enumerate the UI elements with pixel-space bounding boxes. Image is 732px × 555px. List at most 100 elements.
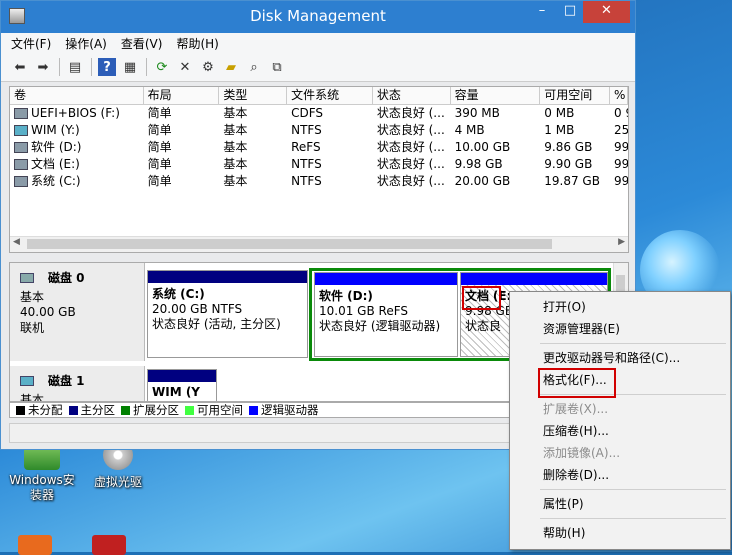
horizontal-scrollbar[interactable]: ◀ ▶ bbox=[10, 236, 628, 252]
column-header[interactable]: 文件系统 bbox=[287, 87, 373, 104]
app-icon[interactable] bbox=[92, 535, 126, 555]
partition-c[interactable]: 系统 (C:) 20.00 GB NTFS 状态良好 (活动, 主分区) bbox=[147, 270, 308, 358]
menu-item-shrink-volume[interactable]: 压缩卷(H)... bbox=[510, 420, 730, 442]
cell-type: 基本 bbox=[223, 123, 248, 137]
cell-free: 1 MB bbox=[544, 123, 575, 137]
cell-filesystem: NTFS bbox=[291, 157, 322, 171]
cell-free: 9.86 GB bbox=[544, 140, 593, 154]
table-row[interactable]: 文档 (E:) 简单 基本 NTFS 状态良好 (... 9.98 GB 9.9… bbox=[10, 156, 628, 173]
column-header[interactable]: % bbox=[610, 87, 628, 104]
cell-type: 基本 bbox=[223, 106, 248, 120]
cell-status: 状态良好 (... bbox=[376, 123, 445, 137]
cell-layout: 简单 bbox=[147, 106, 172, 120]
drive-icon bbox=[14, 159, 28, 170]
menu-action[interactable]: 操作(A) bbox=[65, 35, 107, 52]
maximize-button[interactable]: □ bbox=[556, 1, 584, 23]
disk-name: 磁盘 0 bbox=[48, 271, 85, 285]
legend-item: 逻辑驱动器 bbox=[249, 402, 319, 418]
column-header[interactable]: 容量 bbox=[451, 87, 541, 104]
partition-status: 状态良好 (逻辑驱动器) bbox=[319, 319, 441, 333]
partition-status: 状态良好 (活动, 主分区) bbox=[152, 317, 281, 331]
search-icon[interactable]: ⌕ bbox=[245, 58, 263, 76]
column-header[interactable]: 布局 bbox=[144, 87, 220, 104]
desktop-icon-label: Windows安装器 bbox=[9, 473, 75, 502]
help-icon[interactable]: ? bbox=[98, 58, 116, 76]
cell-capacity: 9.98 GB bbox=[454, 157, 503, 171]
menu-item-explorer[interactable]: 资源管理器(E) bbox=[510, 318, 730, 340]
menu-item-add-mirror: 添加镜像(A)... bbox=[543, 446, 621, 460]
menu-item-change-drive-letter[interactable]: 更改驱动器号和路径(C)... bbox=[510, 347, 730, 369]
table-row[interactable]: 系统 (C:) 简单 基本 NTFS 状态良好 (... 20.00 GB 19… bbox=[10, 173, 628, 190]
menu-item-open[interactable]: 打开(O) bbox=[510, 296, 730, 318]
back-icon[interactable]: ⬅ bbox=[11, 58, 29, 76]
logical-drive-bar bbox=[461, 273, 607, 285]
primary-partition-bar bbox=[148, 370, 216, 382]
cell-layout: 简单 bbox=[147, 174, 172, 188]
scroll-left-icon[interactable]: ◀ bbox=[13, 237, 20, 247]
delete-icon[interactable]: ✕ bbox=[176, 58, 194, 76]
menu-bar: 文件(F) 操作(A) 查看(V) 帮助(H) bbox=[1, 33, 635, 53]
export-icon[interactable]: ⧉ bbox=[268, 58, 286, 76]
cell-free: 0 MB bbox=[544, 106, 575, 120]
disk-1-label[interactable]: 磁盘 1 基本 bbox=[10, 366, 145, 401]
column-header[interactable]: 类型 bbox=[219, 87, 288, 104]
settings-icon[interactable]: ⚙ bbox=[199, 58, 217, 76]
properties-icon[interactable]: ▦ bbox=[121, 58, 139, 76]
legend-label: 可用空间 bbox=[197, 403, 243, 417]
table-row[interactable]: 软件 (D:) 简单 基本 ReFS 状态良好 (... 10.00 GB 9.… bbox=[10, 139, 628, 156]
cell-free: 19.87 GB bbox=[544, 174, 600, 188]
column-header[interactable]: 可用空间 bbox=[540, 87, 611, 104]
console-icon[interactable]: ▤ bbox=[66, 58, 84, 76]
cell-free: 9.90 GB bbox=[544, 157, 593, 171]
toolbar-separator bbox=[59, 58, 60, 76]
disk-size: 40.00 GB bbox=[20, 305, 76, 319]
disk-0-label[interactable]: 磁盘 0 基本 40.00 GB 联机 bbox=[10, 263, 145, 361]
cell-filesystem: NTFS bbox=[291, 123, 322, 137]
disk-icon bbox=[20, 272, 34, 283]
legend-label: 未分配 bbox=[28, 403, 63, 417]
cell-status: 状态良好 (... bbox=[376, 174, 445, 188]
partition-y[interactable]: WIM (Y bbox=[147, 369, 217, 401]
legend-swatch bbox=[121, 405, 130, 415]
forward-icon[interactable]: ➡ bbox=[34, 58, 52, 76]
partition-name: 软件 (D:) bbox=[319, 289, 373, 303]
cell-layout: 简单 bbox=[147, 157, 172, 171]
toolbar: ⬅ ➡ ▤ ? ▦ ⟳ ✕ ⚙ ▰ ⌕ ⧉ bbox=[1, 53, 635, 82]
optical-drive-icon bbox=[14, 108, 28, 119]
menu-view[interactable]: 查看(V) bbox=[121, 35, 163, 52]
cell-status: 状态良好 (... bbox=[376, 157, 445, 171]
cell-percent: 99 bbox=[614, 174, 628, 188]
legend-swatch bbox=[16, 405, 25, 415]
primary-partition-bar bbox=[148, 271, 307, 283]
menu-item-properties[interactable]: 属性(P) bbox=[510, 493, 730, 515]
app-icon[interactable] bbox=[18, 535, 52, 555]
column-header[interactable]: 状态 bbox=[373, 87, 451, 104]
scrollbar-thumb[interactable] bbox=[27, 239, 552, 249]
legend-label: 主分区 bbox=[80, 403, 116, 417]
table-row[interactable]: UEFI+BIOS (F:) 简单 基本 CDFS 状态良好 (... 390 … bbox=[10, 105, 628, 122]
volume-list-header: 卷 布局 类型 文件系统 状态 容量 可用空间 % bbox=[10, 87, 628, 105]
context-menu: 打开(O) 资源管理器(E) 更改驱动器号和路径(C)... 格式化(F)...… bbox=[509, 291, 731, 550]
drive-icon bbox=[14, 142, 28, 153]
table-row[interactable]: WIM (Y:) 简单 基本 NTFS 状态良好 (... 4 MB 1 MB … bbox=[10, 122, 628, 139]
legend-item: 主分区 bbox=[68, 402, 116, 418]
scroll-right-icon[interactable]: ▶ bbox=[618, 237, 625, 247]
volume-name: UEFI+BIOS (F:) bbox=[31, 106, 120, 120]
partition-name: WIM (Y bbox=[152, 385, 200, 399]
refresh-icon[interactable]: ⟳ bbox=[153, 58, 171, 76]
minimize-button[interactable]: – bbox=[528, 1, 556, 23]
menu-help[interactable]: 帮助(H) bbox=[176, 35, 218, 52]
partition-d[interactable]: 软件 (D:) 10.01 GB ReFS 状态良好 (逻辑驱动器) bbox=[314, 272, 458, 357]
open-folder-icon[interactable]: ▰ bbox=[222, 58, 240, 76]
partition-name: 系统 (C:) bbox=[152, 287, 205, 301]
menu-item-help[interactable]: 帮助(H) bbox=[510, 522, 730, 544]
volume-list: 卷 布局 类型 文件系统 状态 容量 可用空间 % UEFI+BIOS (F:)… bbox=[9, 86, 629, 253]
column-header[interactable]: 卷 bbox=[10, 87, 144, 104]
legend-item: 可用空间 bbox=[185, 402, 243, 418]
menu-item-delete-volume[interactable]: 删除卷(D)... bbox=[510, 464, 730, 486]
close-button[interactable]: ✕ bbox=[583, 1, 630, 23]
menu-file[interactable]: 文件(F) bbox=[11, 35, 51, 52]
title-bar[interactable]: Disk Management – □ ✕ bbox=[1, 1, 635, 33]
cell-layout: 简单 bbox=[147, 123, 172, 137]
logical-drive-bar bbox=[315, 273, 457, 285]
